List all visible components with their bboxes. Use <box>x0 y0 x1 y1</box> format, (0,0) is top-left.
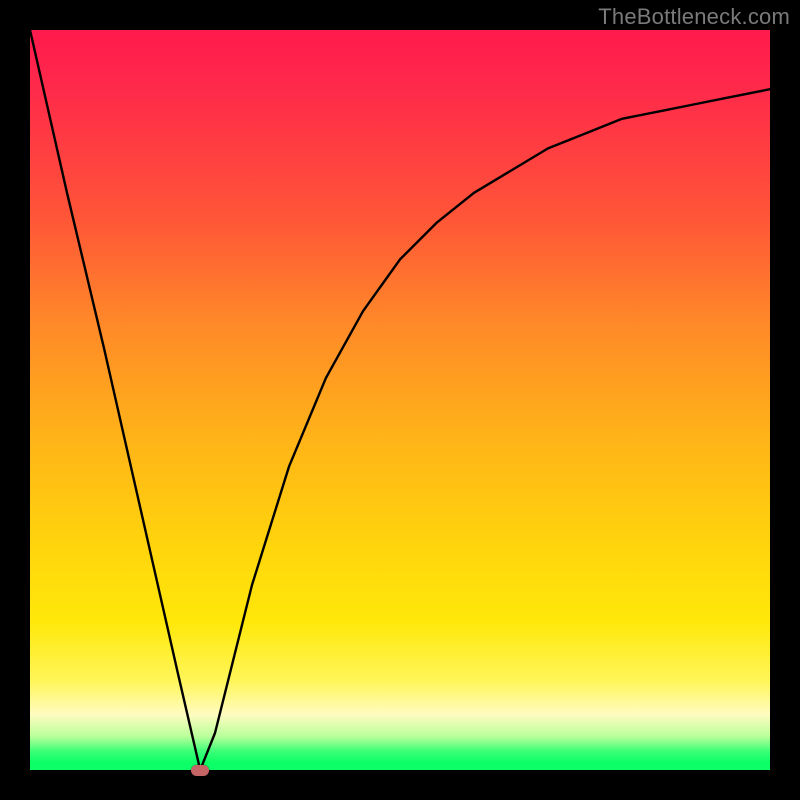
chart-frame: TheBottleneck.com <box>0 0 800 800</box>
optimal-point-marker <box>191 765 209 776</box>
watermark-text: TheBottleneck.com <box>598 4 790 30</box>
bottleneck-curve <box>30 30 770 770</box>
plot-area <box>30 30 770 770</box>
